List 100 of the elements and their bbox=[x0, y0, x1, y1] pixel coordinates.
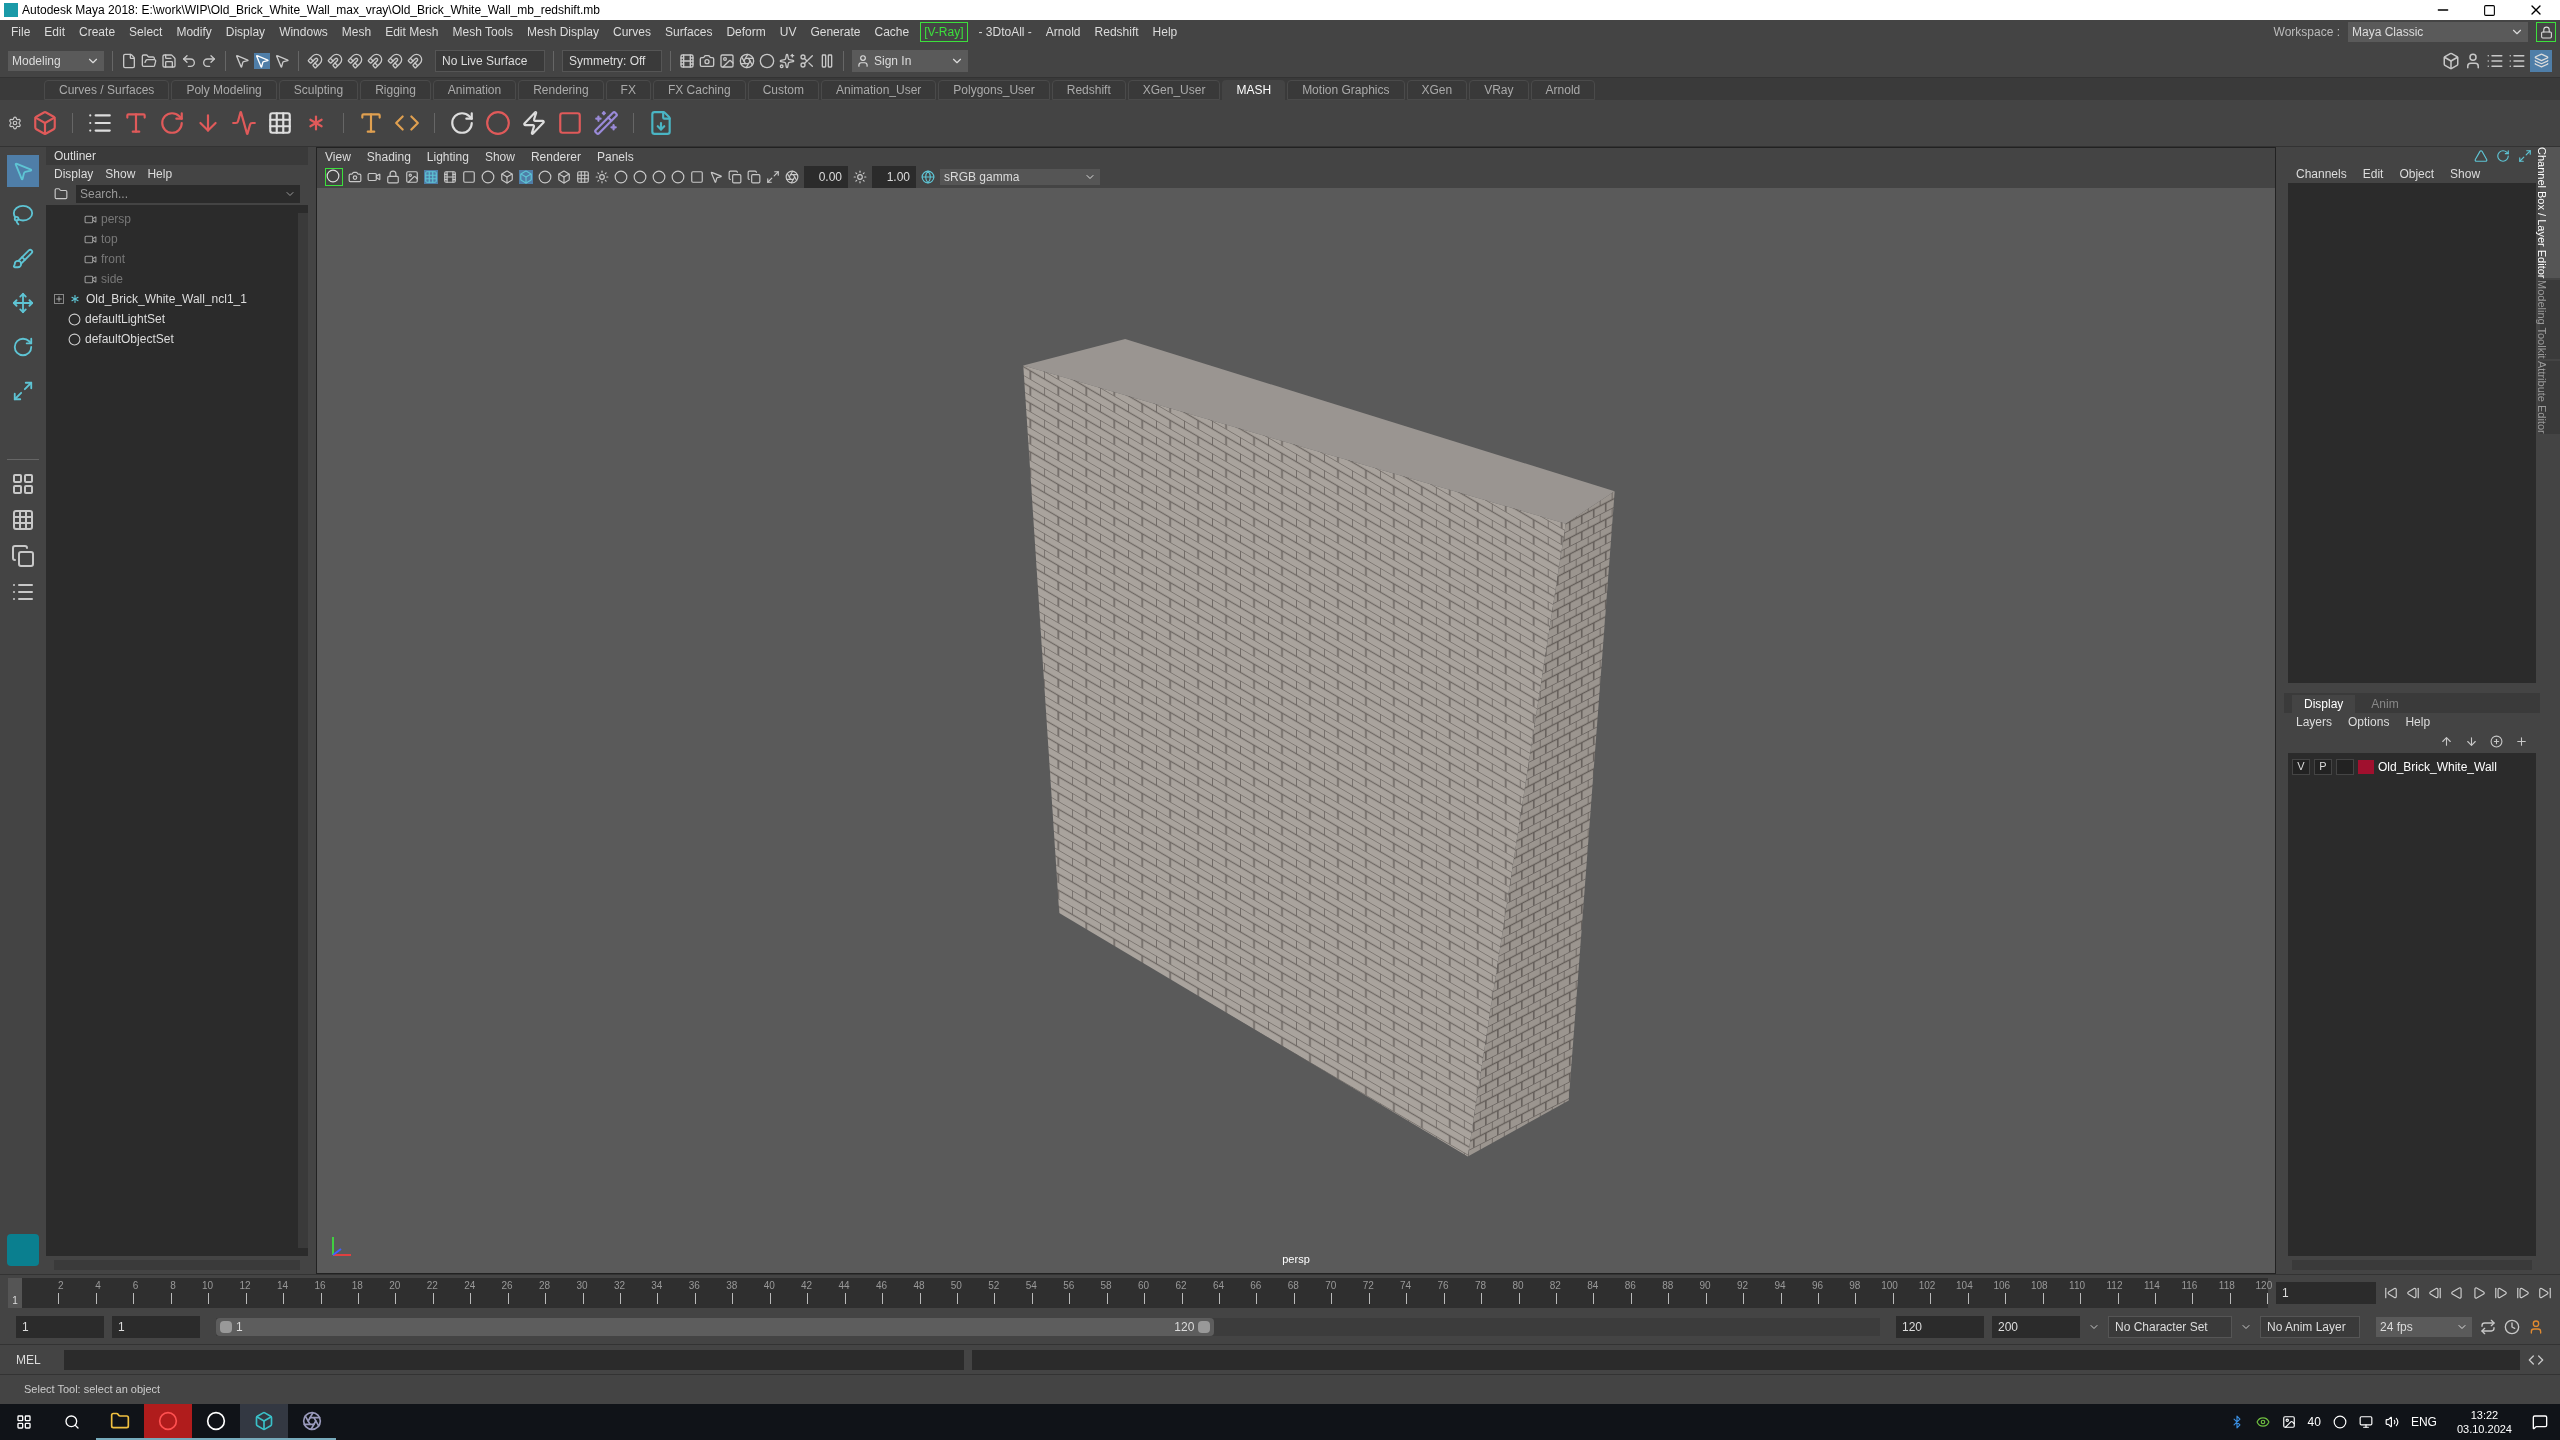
clock[interactable]: 13:22 03.10.2024 bbox=[2448, 1408, 2520, 1436]
menu-item[interactable]: Panels bbox=[596, 148, 634, 166]
menu-item[interactable]: View bbox=[325, 148, 351, 166]
undo-icon[interactable] bbox=[181, 52, 197, 69]
type-icon[interactable] bbox=[358, 110, 384, 136]
menu-item[interactable]: Mesh Tools bbox=[445, 23, 520, 41]
menu-item[interactable]: Shading bbox=[366, 148, 411, 166]
workspace-dropdown[interactable]: Maya Classic bbox=[2348, 22, 2528, 42]
ring-icon[interactable] bbox=[449, 110, 475, 136]
menu-item[interactable]: Mesh Display bbox=[520, 23, 607, 41]
side-tab[interactable]: Attribute Editor bbox=[2540, 361, 2560, 434]
select-hierarchy-icon[interactable] bbox=[234, 52, 250, 69]
channel-box-toggle[interactable] bbox=[2530, 49, 2552, 72]
sphere-icon[interactable] bbox=[485, 110, 511, 136]
film-gate-icon[interactable] bbox=[443, 170, 457, 184]
lock-button[interactable] bbox=[2536, 22, 2556, 42]
snap-live-icon[interactable] bbox=[407, 52, 423, 69]
outliner-item[interactable]: defaultObjectSet bbox=[46, 329, 298, 349]
shelf-tab[interactable]: XGen_User bbox=[1127, 80, 1221, 100]
save-icon[interactable] bbox=[161, 52, 177, 69]
shelf-tab[interactable]: Poly Modeling bbox=[171, 80, 277, 100]
snap-view-icon[interactable] bbox=[387, 52, 403, 69]
camera-lock-icon[interactable] bbox=[325, 168, 343, 186]
outliner-item[interactable]: Old_Brick_White_Wall_ncl1_1 bbox=[46, 289, 298, 309]
layer-name[interactable]: Old_Brick_White_Wall bbox=[2378, 757, 2497, 776]
shelf-tab[interactable]: Curves / Surfaces bbox=[44, 80, 170, 100]
playback-toggle[interactable]: P bbox=[2314, 758, 2332, 775]
tray-app-icon[interactable] bbox=[2332, 1415, 2347, 1429]
select-component-icon[interactable] bbox=[274, 52, 290, 69]
visibility-toggle[interactable]: V bbox=[2292, 758, 2310, 775]
shelf-tab[interactable]: Rigging bbox=[360, 80, 431, 100]
isolate-select-icon[interactable] bbox=[709, 170, 723, 184]
snap-grid-icon[interactable] bbox=[307, 52, 323, 69]
shelf-tab[interactable]: Rendering bbox=[518, 80, 604, 100]
text-tool-icon[interactable] bbox=[123, 110, 149, 136]
command-input-field[interactable] bbox=[64, 1349, 964, 1370]
shelf-tab[interactable]: FX bbox=[605, 80, 651, 100]
play-forwards-icon[interactable] bbox=[2472, 1285, 2486, 1300]
render-settings-icon[interactable] bbox=[679, 52, 695, 69]
menu-item[interactable]: Display bbox=[218, 23, 273, 41]
menu-item[interactable]: Options bbox=[2348, 712, 2390, 731]
shelf-tab[interactable]: Motion Graphics bbox=[1287, 80, 1405, 100]
menu-item[interactable]: Redshift bbox=[1087, 23, 1146, 41]
step-forward-icon[interactable] bbox=[2516, 1285, 2530, 1300]
open-folder-icon[interactable] bbox=[141, 52, 157, 69]
snap-surface-icon[interactable] bbox=[367, 52, 383, 69]
shelf-tab[interactable]: VRay bbox=[1469, 80, 1529, 100]
render-view-icon[interactable] bbox=[739, 52, 755, 69]
pause-icon[interactable] bbox=[819, 52, 835, 69]
shelf-tab[interactable]: XGen bbox=[1406, 80, 1468, 100]
sign-in-button[interactable]: Sign In bbox=[852, 49, 968, 72]
menu-item[interactable]: Select bbox=[122, 23, 170, 41]
notifications-icon[interactable] bbox=[2532, 1414, 2548, 1430]
maximize-icon[interactable] bbox=[2483, 3, 2496, 17]
tray-app-icon[interactable] bbox=[2281, 1415, 2296, 1429]
menu-item[interactable]: Object bbox=[2399, 165, 2435, 183]
settings-icon[interactable] bbox=[8, 116, 22, 130]
playback-start-field[interactable]: 1 bbox=[112, 1316, 200, 1338]
lock-icon[interactable] bbox=[386, 170, 400, 184]
grid-icon[interactable] bbox=[267, 110, 293, 136]
menu-item[interactable]: Generate bbox=[803, 23, 868, 41]
shelf-tab[interactable]: Arnold bbox=[1530, 80, 1596, 100]
menu-item[interactable]: Edit bbox=[2362, 165, 2384, 183]
plugin-menu-item[interactable]: [V-Ray] bbox=[920, 22, 968, 42]
menu-item[interactable]: File bbox=[4, 23, 38, 41]
select-object-icon[interactable] bbox=[254, 52, 270, 69]
menu-item[interactable]: Arnold bbox=[1038, 23, 1088, 41]
range-start-handle[interactable] bbox=[220, 1321, 232, 1333]
menu-item[interactable]: Create bbox=[72, 23, 123, 41]
exposure-field[interactable]: 0.00 bbox=[804, 166, 848, 188]
mash-network-icon[interactable] bbox=[32, 110, 58, 136]
maya-taskbar-button[interactable] bbox=[240, 1404, 288, 1440]
shelf-tab[interactable]: MASH bbox=[1222, 80, 1286, 100]
step-back-icon[interactable] bbox=[2406, 1285, 2420, 1300]
range-slider[interactable] bbox=[216, 1318, 1215, 1336]
outliner-item[interactable]: defaultLightSet bbox=[46, 309, 298, 329]
command-language-label[interactable]: MEL bbox=[16, 1350, 56, 1369]
snap-point-icon[interactable] bbox=[347, 52, 363, 69]
menu-item[interactable]: Deform bbox=[719, 23, 773, 41]
render-frame-icon[interactable] bbox=[699, 52, 715, 69]
redo-icon[interactable] bbox=[201, 52, 217, 69]
network-icon[interactable] bbox=[2358, 1415, 2373, 1429]
menu-item[interactable]: Help bbox=[2405, 712, 2431, 731]
scroll-bar[interactable] bbox=[298, 213, 308, 1248]
menu-item[interactable]: Curves bbox=[606, 23, 659, 41]
video-camera-icon[interactable] bbox=[367, 170, 381, 184]
shelf-tab[interactable]: Custom bbox=[747, 80, 819, 100]
expand-icon[interactable] bbox=[2518, 149, 2532, 163]
menu-item[interactable]: Renderer bbox=[530, 148, 581, 166]
move-layer-down-icon[interactable] bbox=[2465, 735, 2478, 748]
menu-item[interactable]: Modify bbox=[169, 23, 219, 41]
move-layer-up-icon[interactable] bbox=[2440, 735, 2453, 748]
shelf-tab[interactable]: Animation_User bbox=[820, 80, 937, 100]
menu-item[interactable]: Mesh bbox=[334, 23, 379, 41]
menu-item[interactable]: Lighting bbox=[426, 148, 469, 166]
search-field[interactable]: Search... bbox=[76, 185, 300, 203]
symmetry-dropdown[interactable]: Symmetry: Off bbox=[562, 49, 662, 72]
menu-item[interactable]: Show bbox=[484, 148, 515, 166]
gamma-field[interactable]: 1.00 bbox=[872, 166, 916, 188]
orbit-icon[interactable] bbox=[159, 110, 185, 136]
